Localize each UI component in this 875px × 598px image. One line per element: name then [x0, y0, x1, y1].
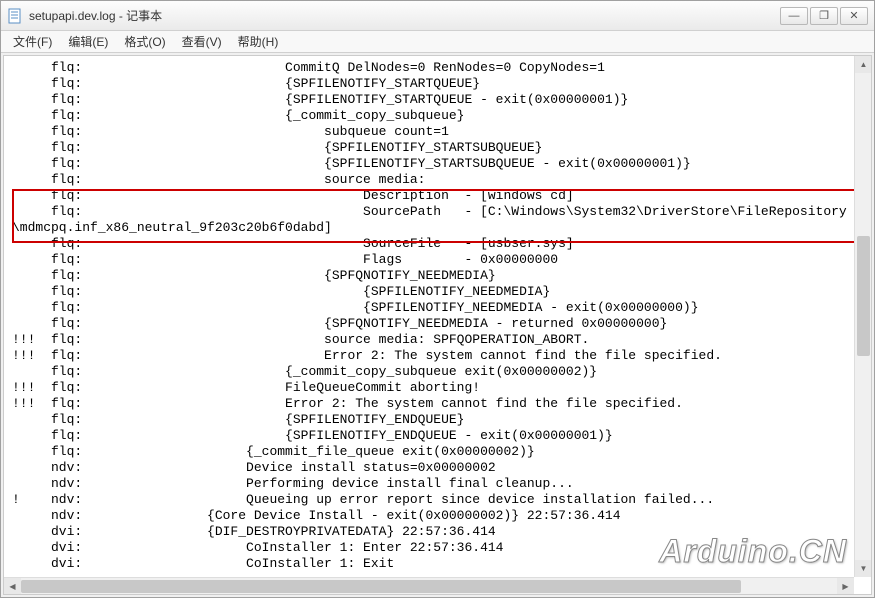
notepad-window: setupapi.dev.log - 记事本 — ❐ ✕ 文件(F) 编辑(E)…	[0, 0, 875, 598]
log-content[interactable]: flq: CommitQ DelNodes=0 RenNodes=0 CopyN…	[12, 60, 869, 572]
vertical-scrollbar[interactable]: ▲ ▼	[854, 56, 871, 577]
menubar: 文件(F) 编辑(E) 格式(O) 查看(V) 帮助(H)	[1, 31, 874, 53]
menu-view[interactable]: 查看(V)	[174, 31, 230, 52]
horizontal-scroll-thumb[interactable]	[21, 580, 741, 593]
scroll-up-arrow-icon[interactable]: ▲	[855, 56, 872, 73]
menu-edit[interactable]: 编辑(E)	[60, 31, 116, 52]
window-title: setupapi.dev.log - 记事本	[29, 7, 780, 24]
maximize-button[interactable]: ❐	[810, 7, 838, 25]
vertical-scroll-thumb[interactable]	[857, 236, 870, 356]
notepad-icon	[7, 8, 23, 24]
menu-help[interactable]: 帮助(H)	[230, 31, 287, 52]
scroll-down-arrow-icon[interactable]: ▼	[855, 560, 872, 577]
minimize-button[interactable]: —	[780, 7, 808, 25]
text-area[interactable]: flq: CommitQ DelNodes=0 RenNodes=0 CopyN…	[3, 55, 872, 595]
scroll-right-arrow-icon[interactable]: ▶	[837, 578, 854, 595]
scroll-left-arrow-icon[interactable]: ◀	[4, 578, 21, 595]
close-button[interactable]: ✕	[840, 7, 868, 25]
menu-format[interactable]: 格式(O)	[116, 31, 173, 52]
window-controls: — ❐ ✕	[780, 7, 868, 25]
menu-file[interactable]: 文件(F)	[5, 31, 60, 52]
horizontal-scrollbar[interactable]: ◀ ▶	[4, 577, 854, 594]
titlebar[interactable]: setupapi.dev.log - 记事本 — ❐ ✕	[1, 1, 874, 31]
